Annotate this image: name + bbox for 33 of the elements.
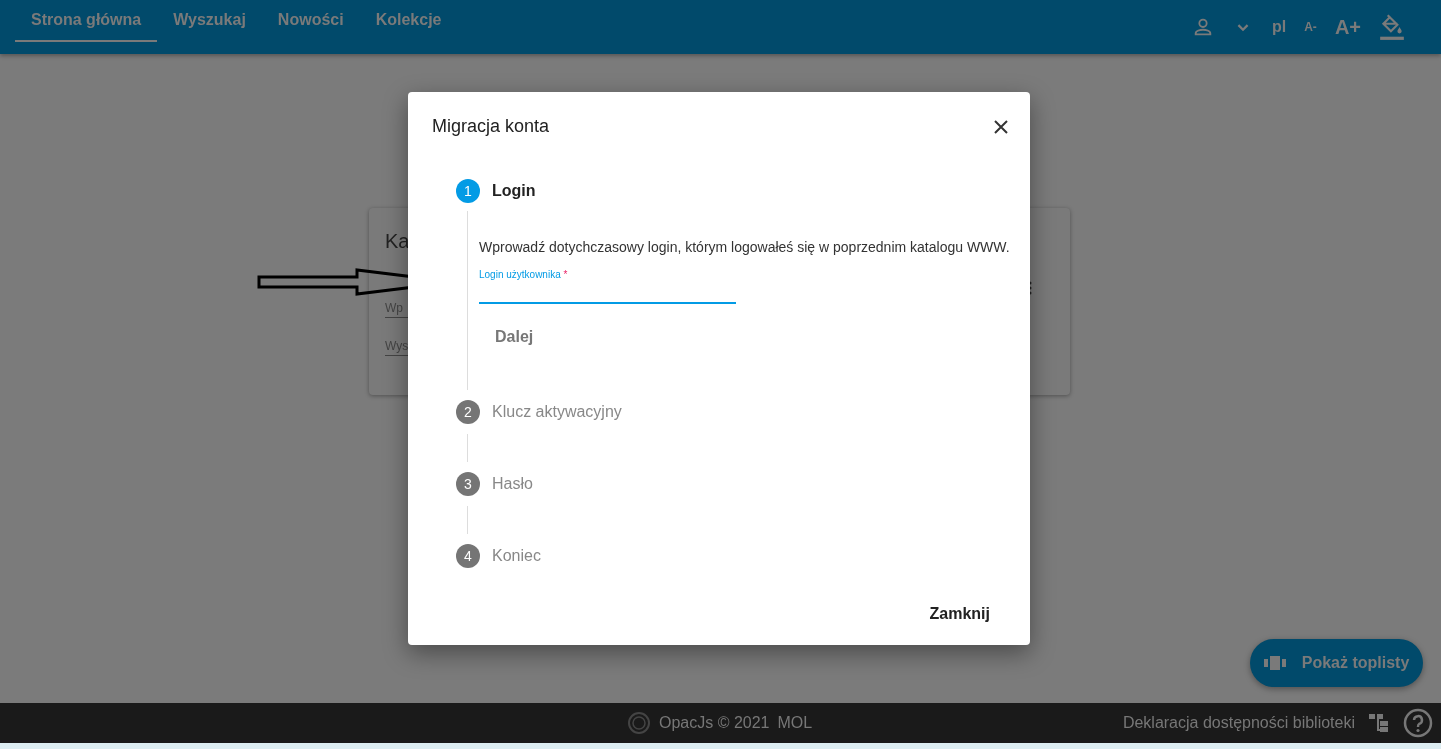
step-label[interactable]: Koniec xyxy=(492,547,541,565)
login-field[interactable]: Login użytkownika * xyxy=(479,269,736,304)
close-icon[interactable] xyxy=(994,119,1008,134)
nav-tab[interactable]: Nowości xyxy=(261,0,360,42)
nav-tab[interactable]: Wyszukaj xyxy=(157,0,262,42)
accessibility-link[interactable]: Deklaracja dostępności biblioteki xyxy=(1122,714,1355,732)
step-number: 1 xyxy=(456,179,480,203)
step-label[interactable]: Klucz aktywacyjny xyxy=(492,403,622,421)
help-icon[interactable] xyxy=(1403,708,1433,738)
logo-icon xyxy=(627,711,651,735)
step-number: 2 xyxy=(456,400,480,424)
step-number: 3 xyxy=(456,472,480,496)
nav-tab[interactable]: Kolekcje xyxy=(359,0,458,42)
dialog-title: Migracja konta xyxy=(432,116,550,137)
carousel-icon xyxy=(1263,656,1286,670)
step-number: 4 xyxy=(456,544,480,568)
field-label: Login użytkownika * xyxy=(479,269,569,280)
copyright-text: OpacJs © 2021 xyxy=(659,714,770,732)
sitemap-icon[interactable] xyxy=(1369,713,1389,733)
language-button[interactable]: pl xyxy=(1272,18,1287,36)
step-label[interactable]: Hasło xyxy=(492,475,533,493)
vendor-link[interactable]: MOL xyxy=(777,714,813,732)
step-description: Wprowadź dotychczasowy login, którym logowałeś się w poprzednim katalogu WWW. xyxy=(479,239,1011,255)
step-label[interactable]: Login xyxy=(492,182,536,200)
paint-bucket-icon[interactable] xyxy=(1379,13,1405,41)
show-toplists-button[interactable]: Pokaż toplisty xyxy=(1250,639,1423,687)
close-button[interactable]: Zamknij xyxy=(913,597,1006,631)
card-title: Ka xyxy=(385,230,410,253)
font-larger-button[interactable]: A+ xyxy=(1334,15,1361,39)
next-button[interactable]: Dalej xyxy=(479,320,550,354)
nav-tab[interactable]: Strona główna xyxy=(15,0,158,42)
user-icon[interactable] xyxy=(1192,16,1214,38)
font-smaller-button[interactable]: A- xyxy=(1304,20,1317,34)
